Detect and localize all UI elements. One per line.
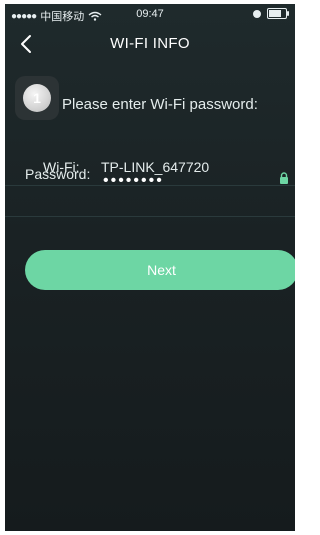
step-instruction: Please enter Wi-Fi password: — [62, 96, 258, 113]
page-title: WI-FI INFO — [110, 35, 190, 52]
password-label: Password: — [25, 166, 91, 182]
nav-bar: WI-FI INFO — [5, 24, 295, 66]
do-not-disturb-icon — [253, 9, 261, 18]
lock-icon — [280, 172, 288, 184]
password-input[interactable] — [101, 170, 265, 192]
battery-icon — [267, 8, 289, 19]
app-screen: ●●●●● 中国移动 09:47 WI-FI INFO 1 Please ent… — [5, 4, 295, 531]
next-button[interactable]: Next — [25, 250, 295, 290]
step-indicator: 1 — [15, 76, 59, 120]
row-divider — [5, 216, 295, 217]
step-number-badge: 1 — [23, 84, 51, 112]
status-bar: ●●●●● 中国移动 09:47 — [5, 4, 295, 24]
status-right — [253, 8, 289, 19]
status-time: 09:47 — [136, 8, 164, 20]
